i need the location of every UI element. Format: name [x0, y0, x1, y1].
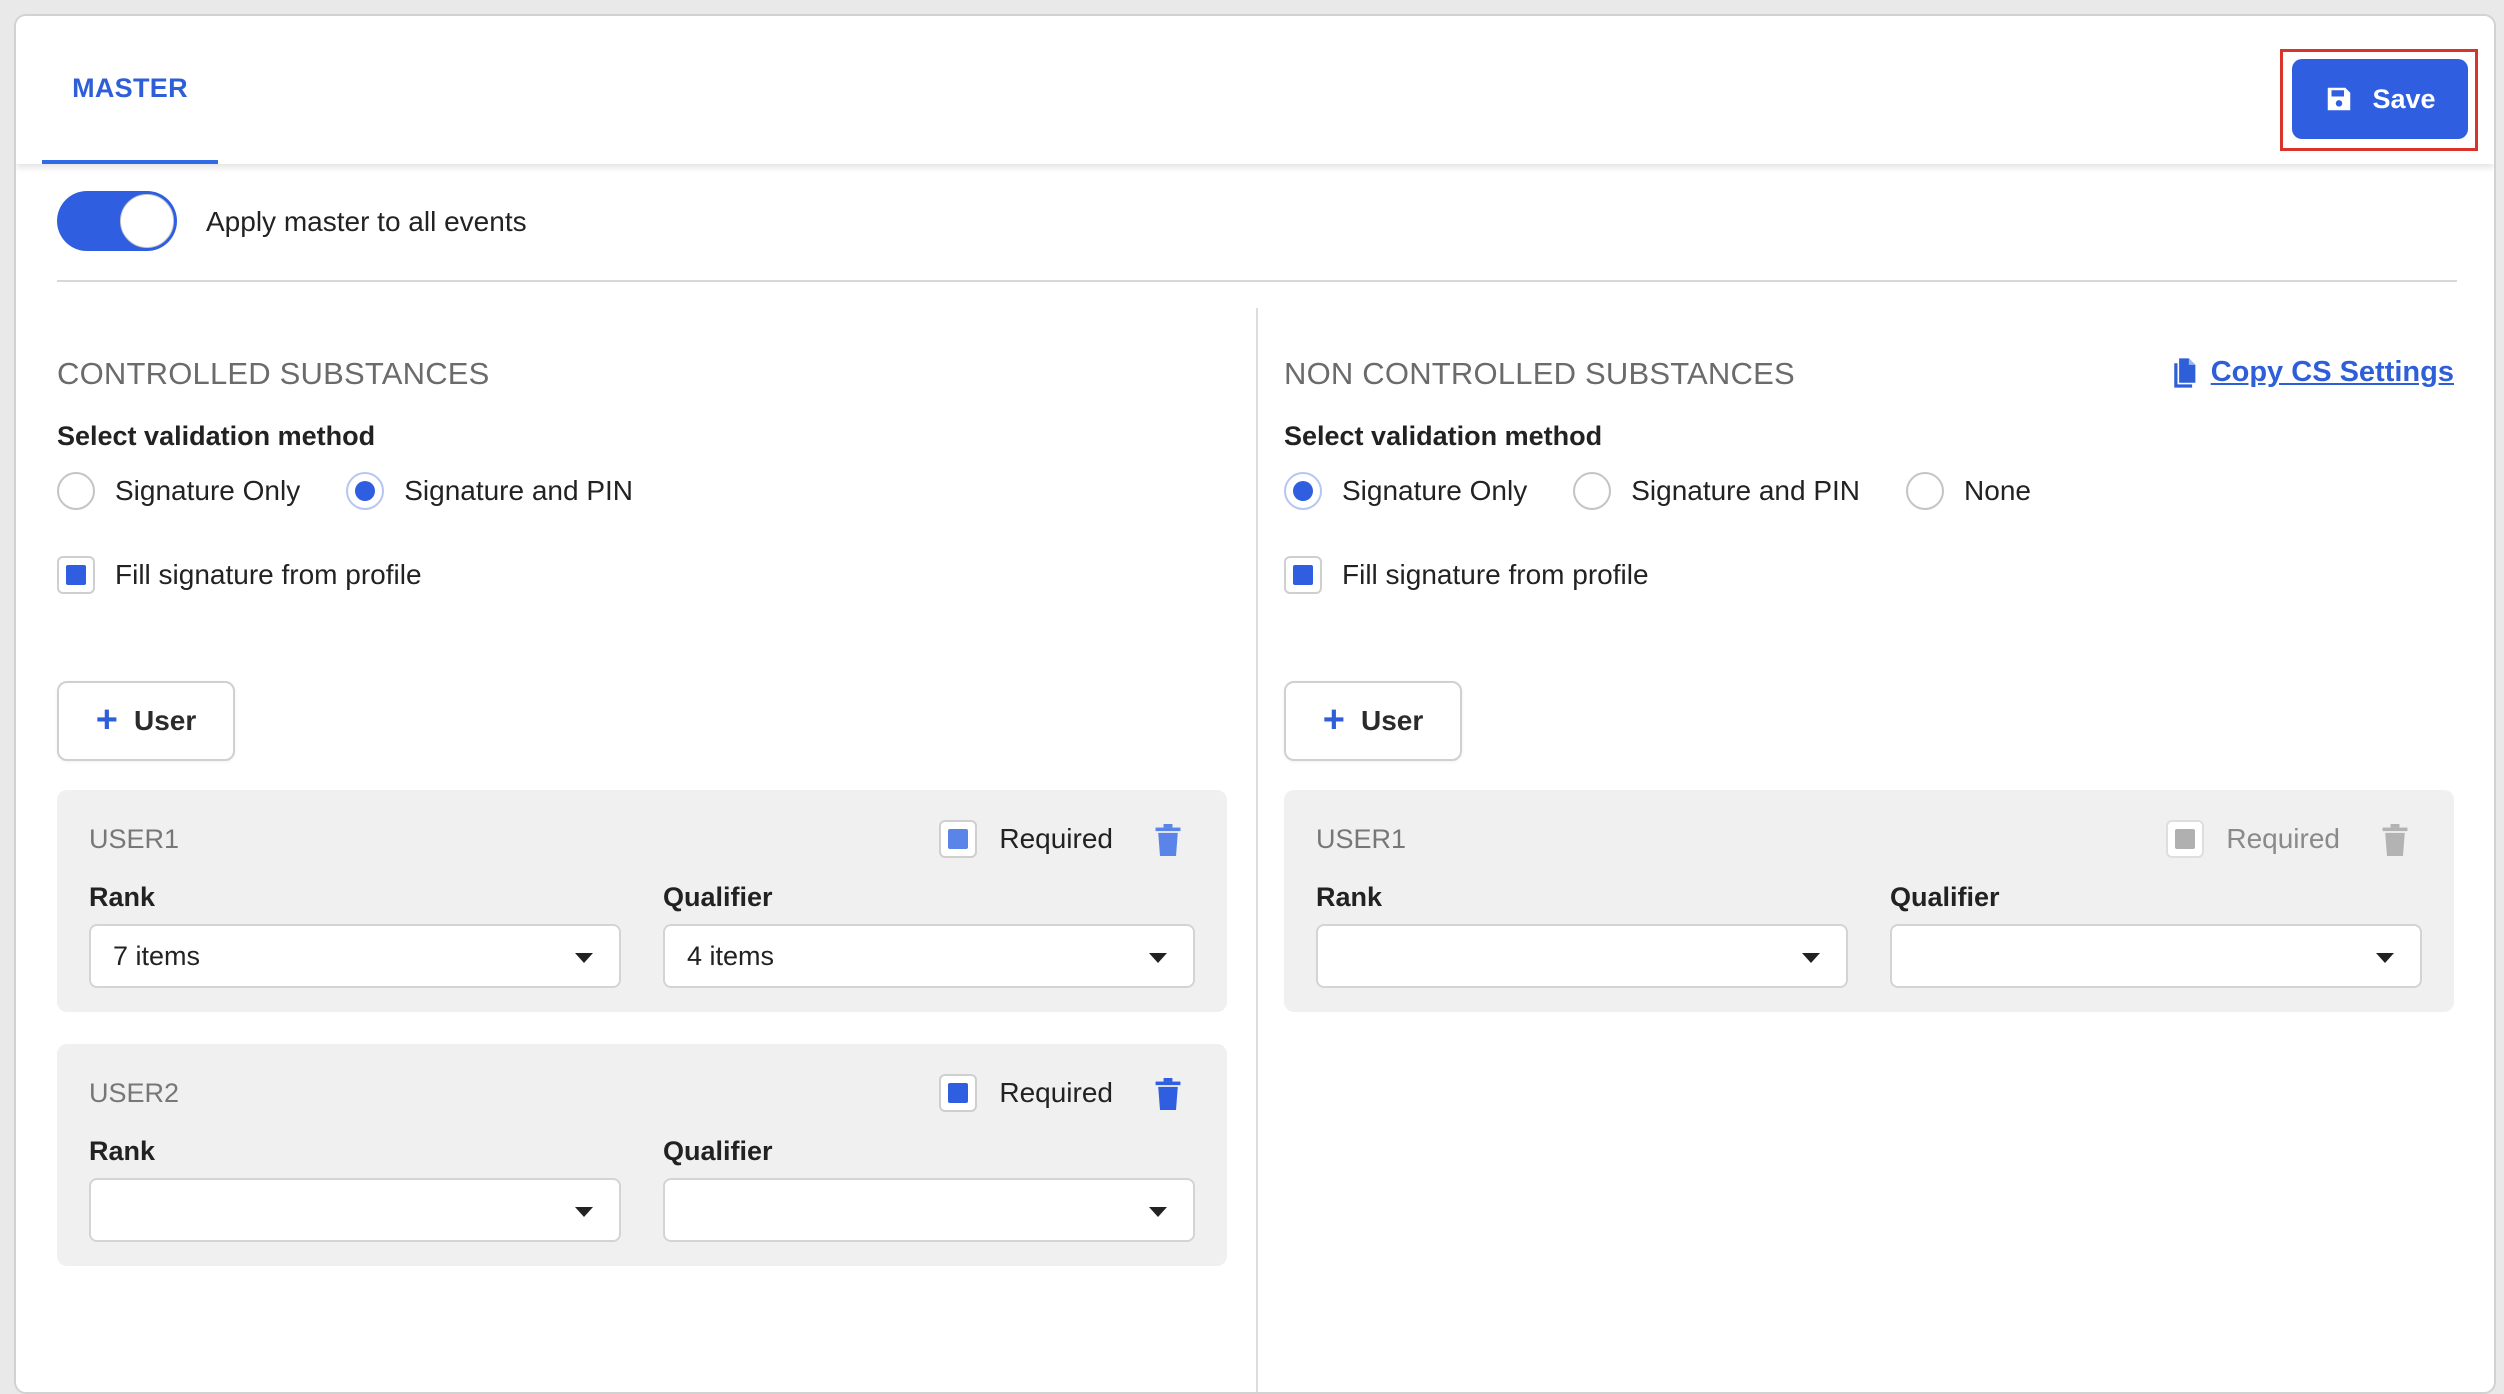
trash-icon [2382, 824, 2408, 856]
radio-none[interactable]: None [1906, 472, 2031, 510]
rank-dropdown[interactable] [89, 1178, 621, 1242]
qualifier-label: Qualifier [1890, 882, 2000, 912]
rank-value: 7 items [113, 940, 201, 971]
save-button[interactable]: Save [2292, 59, 2468, 139]
copy-cs-settings-label: Copy CS Settings [2210, 356, 2454, 388]
user-title: USER2 [89, 1078, 180, 1108]
checkbox-box [939, 1074, 978, 1112]
section-title: CONTROLLED SUBSTANCES [57, 356, 490, 391]
radio-circle-checked [346, 472, 385, 510]
caret-down-icon [575, 1207, 593, 1217]
qualifier-dropdown[interactable] [663, 1178, 1195, 1242]
radio-circle [1906, 472, 1945, 510]
radio-circle-checked [1284, 472, 1322, 510]
user-card: USER2 Required Rank Qualifier [57, 1044, 1227, 1266]
user-card: USER1 Required Rank Qualifier 7 items 4 … [57, 790, 1227, 1012]
qualifier-dropdown[interactable]: 4 items [663, 924, 1195, 988]
plus-icon: + [1322, 698, 1345, 741]
caret-down-icon [2376, 953, 2394, 963]
column-divider [1256, 308, 1258, 1392]
user-title: USER1 [1316, 824, 1407, 854]
floppy-disk-icon [2328, 87, 2351, 111]
required-label: Required [999, 823, 1113, 854]
user-card: USER1 Required Rank Qualifier [1284, 790, 2454, 1012]
required-checkbox[interactable]: Required [939, 820, 1113, 858]
section-title: NON CONTROLLED SUBSTANCES [1284, 356, 1795, 391]
add-user-button[interactable]: + User [57, 681, 235, 761]
apply-master-label: Apply master to all events [206, 206, 527, 237]
rank-label: Rank [1316, 882, 1383, 912]
checkbox-box [57, 556, 95, 594]
tab-master[interactable]: MASTER [42, 16, 218, 164]
radio-circle [57, 472, 95, 510]
fill-signature-checkbox[interactable]: Fill signature from profile [1284, 556, 1649, 594]
add-user-label: User [1360, 705, 1424, 736]
caret-down-icon [1802, 953, 1820, 963]
validation-method-radios: Signature Only Signature and PIN [57, 472, 679, 510]
radio-signature-only[interactable]: Signature Only [57, 472, 300, 510]
required-checkbox[interactable]: Required [939, 1074, 1113, 1112]
radio-circle [1573, 472, 1612, 510]
qualifier-label: Qualifier [663, 1136, 773, 1166]
radio-label: Signature Only [1342, 475, 1528, 506]
apply-master-toggle[interactable] [57, 191, 177, 251]
checkbox-box [2166, 820, 2205, 858]
required-checkbox: Required [2166, 820, 2340, 858]
required-label: Required [2226, 823, 2340, 854]
save-button-label: Save [2372, 83, 2436, 114]
trash-icon[interactable] [1155, 824, 1181, 856]
copy-cs-settings-link[interactable]: Copy CS Settings [2171, 356, 2454, 389]
radio-label: Signature Only [115, 475, 301, 506]
rank-label: Rank [89, 882, 156, 912]
header: MASTER Save [16, 16, 2494, 164]
required-label: Required [999, 1077, 1113, 1108]
rank-dropdown[interactable] [1316, 924, 1848, 988]
checkbox-box [939, 820, 978, 858]
caret-down-icon [575, 953, 593, 963]
qualifier-value: 4 items [687, 940, 775, 971]
rank-dropdown[interactable]: 7 items [89, 924, 621, 988]
caret-down-icon [1149, 953, 1167, 963]
toggle-knob [120, 194, 174, 248]
divider [57, 280, 2457, 282]
radio-signature-and-pin[interactable]: Signature and PIN [346, 472, 633, 510]
fill-signature-checkbox[interactable]: Fill signature from profile [57, 556, 422, 594]
radio-signature-only[interactable]: Signature Only [1284, 472, 1527, 510]
trash-icon[interactable] [1155, 1078, 1181, 1110]
checkbox-label: Fill signature from profile [115, 559, 422, 590]
checkbox-box [1284, 556, 1322, 594]
rank-label: Rank [89, 1136, 156, 1166]
radio-signature-and-pin[interactable]: Signature and PIN [1573, 472, 1860, 510]
add-user-button[interactable]: + User [1284, 681, 1462, 761]
caret-down-icon [1149, 1207, 1167, 1217]
radio-label: Signature and PIN [1631, 475, 1861, 506]
copy-icon [2173, 357, 2196, 388]
validation-method-radios: Signature Only Signature and PIN None [1284, 472, 2077, 510]
radio-label: None [1964, 475, 2031, 506]
qualifier-label: Qualifier [663, 882, 773, 912]
validation-method-label: Select validation method [1284, 421, 1603, 451]
validation-method-label: Select validation method [57, 421, 376, 451]
settings-window: MASTER Save Apply master to all events C… [14, 14, 2496, 1394]
add-user-label: User [133, 705, 197, 736]
checkbox-label: Fill signature from profile [1342, 559, 1649, 590]
radio-label: Signature and PIN [404, 475, 634, 506]
plus-icon: + [95, 698, 118, 741]
qualifier-dropdown[interactable] [1890, 924, 2422, 988]
user-title: USER1 [89, 824, 180, 854]
